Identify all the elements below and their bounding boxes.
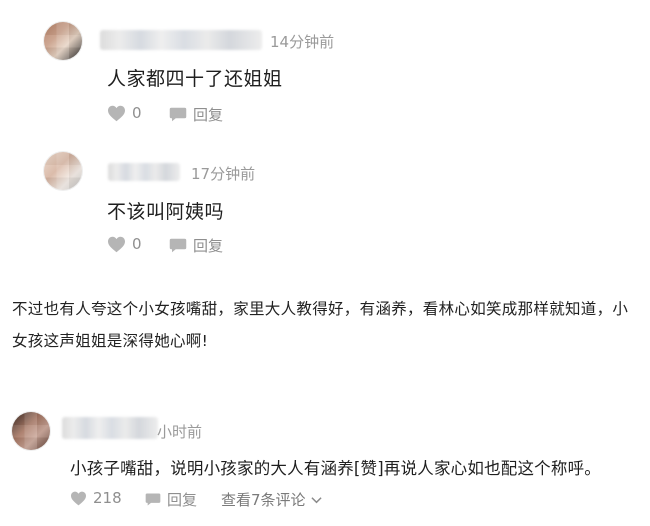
avatar[interactable] <box>44 22 82 60</box>
like-count: 0 <box>132 104 142 122</box>
heart-icon <box>108 236 125 252</box>
like-count: 218 <box>93 489 122 507</box>
like-button[interactable]: 0 <box>107 235 142 253</box>
heart-icon <box>108 105 125 121</box>
comment-text: 不该叫阿姨吗 <box>107 201 225 223</box>
reply-button[interactable]: 回复 <box>145 489 197 510</box>
comment-time: 14分钟前 <box>270 33 335 51</box>
reply-button[interactable]: 回复 <box>169 235 223 256</box>
article-line: 女孩这声姐姐是深得她心啊! <box>12 332 209 350</box>
chat-bubble-icon <box>169 107 187 122</box>
article-paragraph: 不过也有人夸这个小女孩嘴甜，家里大人教得好，有涵养，看林心如笑成那样就知道，小 … <box>12 293 640 357</box>
avatar[interactable] <box>12 412 50 450</box>
reply-button[interactable]: 回复 <box>169 104 223 125</box>
chat-bubble-icon <box>169 238 187 253</box>
username-blurred[interactable] <box>108 163 180 181</box>
reply-label: 回复 <box>193 237 224 255</box>
like-button[interactable]: 218 <box>70 489 122 507</box>
username-blurred[interactable] <box>62 417 158 439</box>
reply-label: 回复 <box>167 491 198 509</box>
reply-label: 回复 <box>193 106 224 124</box>
article-line: 不过也有人夸这个小女孩嘴甜，家里大人教得好，有涵养，看林心如笑成那样就知道，小 <box>12 300 629 318</box>
comment-time: 17分钟前 <box>191 165 256 183</box>
like-button[interactable]: 0 <box>107 104 142 122</box>
like-count: 0 <box>132 235 142 253</box>
avatar[interactable] <box>44 152 82 190</box>
chat-bubble-icon <box>145 493 161 506</box>
username-blurred[interactable] <box>100 30 262 50</box>
user-avatar-icon <box>12 412 50 450</box>
heart-icon <box>71 491 86 505</box>
chevron-down-icon <box>310 496 322 503</box>
comment-text: 人家都四十了还姐姐 <box>107 68 283 90</box>
comment-text: 小孩子嘴甜，说明小孩家的大人有涵养[赞]再说人家心如也配这个称呼。 <box>70 459 601 478</box>
view-replies-label: 查看7条评论 <box>221 491 306 509</box>
view-replies-link[interactable]: 查看7条评论 <box>221 489 322 510</box>
user-avatar-icon <box>44 152 82 190</box>
user-avatar-icon <box>44 22 82 60</box>
comment-time: 小时前 <box>157 423 203 441</box>
